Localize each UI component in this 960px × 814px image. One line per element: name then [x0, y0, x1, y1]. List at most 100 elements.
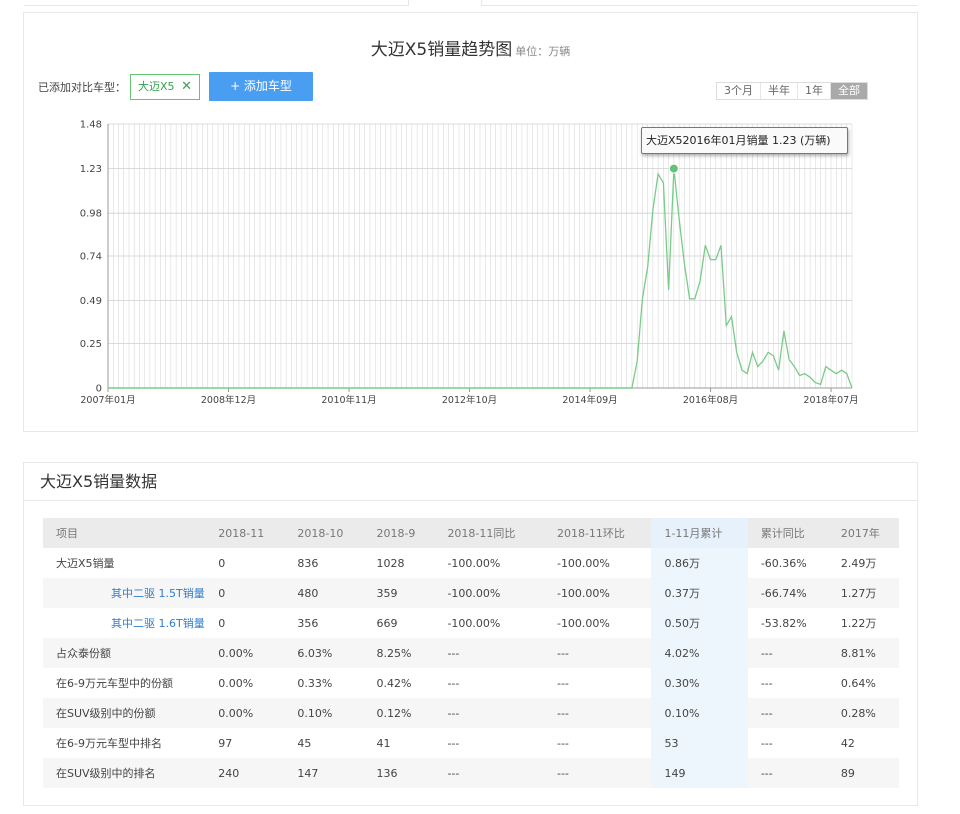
- row-label-link[interactable]: 其中二驱 1.5T销量: [43, 578, 206, 608]
- cell: 356: [297, 616, 319, 630]
- cell: 0: [218, 616, 226, 630]
- cell: 1028: [376, 556, 405, 570]
- cell: 1.22万: [840, 617, 877, 630]
- cell: -100.00%: [556, 616, 610, 630]
- table-row: 在SUV级别中的份额 0.00% 0.10% 0.12% --- --- 0.1…: [43, 698, 899, 728]
- cell: -100.00%: [447, 556, 501, 570]
- cell: ---: [760, 736, 773, 750]
- cell: 0: [218, 556, 226, 570]
- row-label: 占众泰份额: [43, 638, 206, 668]
- cell: ---: [447, 736, 460, 750]
- cell: 97: [218, 736, 233, 750]
- col-header: 2018-11环比: [543, 518, 652, 548]
- cell: 2.49万: [840, 557, 877, 570]
- col-header: 2018-9: [363, 518, 435, 548]
- cell: -66.74%: [747, 578, 828, 608]
- cell: ---: [543, 758, 652, 788]
- cell: 0.33%: [297, 676, 333, 690]
- cell: 45: [297, 736, 312, 750]
- table-row: 在6-9万元车型中排名 97 45 41 --- --- 53 --- 42: [43, 728, 899, 758]
- col-header: 1-11月累计: [651, 518, 748, 548]
- row-label-link[interactable]: 其中二驱 1.6T销量: [43, 608, 205, 638]
- cell: 149: [651, 758, 748, 788]
- cell: ---: [556, 736, 569, 750]
- cell: 0.30%: [651, 668, 748, 698]
- cell: ---: [747, 758, 828, 788]
- x-tick-label: 2018年07月: [803, 394, 858, 406]
- highlight-point: [668, 163, 679, 174]
- y-tick-label: 0.49: [80, 296, 102, 307]
- y-tick-label: 1.48: [80, 120, 102, 131]
- active-tab[interactable]: [408, 0, 482, 6]
- cell: 0.37万: [651, 578, 748, 608]
- y-tick-label: 0.25: [80, 339, 102, 350]
- row-label: 在SUV级别中的份额: [43, 698, 206, 728]
- row-label: 在6-9万元车型中排名: [56, 737, 162, 750]
- cell: 1.27万: [827, 578, 899, 608]
- y-tick-label: 0: [96, 384, 102, 395]
- cell: ---: [760, 676, 773, 690]
- y-tick-label: 0.98: [80, 209, 102, 220]
- cell: ---: [543, 638, 652, 668]
- col-header: 2018-11: [205, 518, 285, 548]
- cell: 0.64%: [840, 676, 876, 690]
- cell: -100.00%: [543, 578, 652, 608]
- top-tab-strip: [0, 0, 960, 10]
- cell: -100.00%: [447, 616, 501, 630]
- row-label: 在SUV级别中的排名: [43, 758, 206, 788]
- table-row: 大迈X5销量 0 836 1028 -100.00% -100.00% 0.86…: [43, 548, 899, 578]
- cell: 0.12%: [363, 698, 435, 728]
- cell: -53.82%: [760, 616, 807, 630]
- sales-data-panel: 大迈X5销量数据 项目 2018-11 2018-10 2018-9 2018-…: [23, 462, 918, 806]
- table-header-row: 项目 2018-11 2018-10 2018-9 2018-11同比 2018…: [43, 518, 899, 548]
- cell: 0.00%: [218, 676, 254, 690]
- cell: 0.00%: [205, 698, 285, 728]
- cell: 669: [376, 616, 398, 630]
- cell: 836: [297, 556, 319, 570]
- table-title: 大迈X5销量数据: [24, 463, 917, 501]
- cell: 6.03%: [284, 638, 364, 668]
- cell: -100.00%: [556, 556, 610, 570]
- cell: 89: [827, 758, 899, 788]
- table-row: 其中二驱 1.6T销量 0 356 669 -100.00% -100.00% …: [43, 608, 899, 638]
- cell: 41: [376, 736, 391, 750]
- cell: 0.42%: [376, 676, 412, 690]
- x-tick-label: 2007年01月: [80, 394, 135, 406]
- cell: -100.00%: [434, 578, 544, 608]
- cell: 147: [284, 758, 364, 788]
- cell: 42: [840, 736, 855, 750]
- x-tick-label: 2008年12月: [201, 394, 256, 406]
- cell: 8.25%: [363, 638, 435, 668]
- cell: 4.02%: [651, 638, 748, 668]
- cell: 0.10%: [651, 698, 748, 728]
- y-tick-label: 0.74: [80, 252, 102, 263]
- cell: ---: [434, 638, 544, 668]
- col-header: 2018-10: [284, 518, 364, 548]
- cell: 0.00%: [205, 638, 285, 668]
- cell: 0.28%: [827, 698, 899, 728]
- cell: ---: [556, 676, 569, 690]
- col-header: 2017年: [827, 518, 899, 548]
- x-tick-label: 2016年08月: [683, 394, 738, 406]
- cell: 480: [284, 578, 364, 608]
- table-row: 在SUV级别中的排名 240 147 136 --- --- 149 --- 8…: [43, 758, 899, 788]
- x-tick-label: 2014年09月: [562, 394, 617, 406]
- cell: ---: [434, 698, 544, 728]
- cell: 0.86万: [651, 548, 748, 578]
- cell: 136: [363, 758, 435, 788]
- x-tick-label: 2010年11月: [321, 394, 376, 406]
- sales-trend-chart: 0 0.25 0.49 0.74 0.98 1.23 1.48 2007年01月 2008年12…: [80, 120, 859, 407]
- cell: ---: [543, 698, 652, 728]
- col-header: 项目: [43, 518, 206, 548]
- x-tick-label: 2012年10月: [442, 394, 497, 406]
- row-label: 大迈X5销量: [56, 557, 115, 570]
- sales-table: 项目 2018-11 2018-10 2018-9 2018-11同比 2018…: [43, 518, 899, 788]
- cell: ---: [434, 758, 544, 788]
- cell: ---: [747, 638, 828, 668]
- table-row: 其中二驱 1.5T销量 0 480 359 -100.00% -100.00% …: [43, 578, 899, 608]
- cell: -60.36%: [760, 556, 807, 570]
- chart-panel: 大迈X5销量趋势图 单位：万辆 已添加对比车型： 大迈X5 ✕ + 添加车型 3个…: [23, 12, 918, 432]
- table-row: 占众泰份额 0.00% 6.03% 8.25% --- --- 4.02% --…: [43, 638, 899, 668]
- y-tick-label: 1.23: [80, 164, 102, 175]
- col-header: 2018-11同比: [434, 518, 544, 548]
